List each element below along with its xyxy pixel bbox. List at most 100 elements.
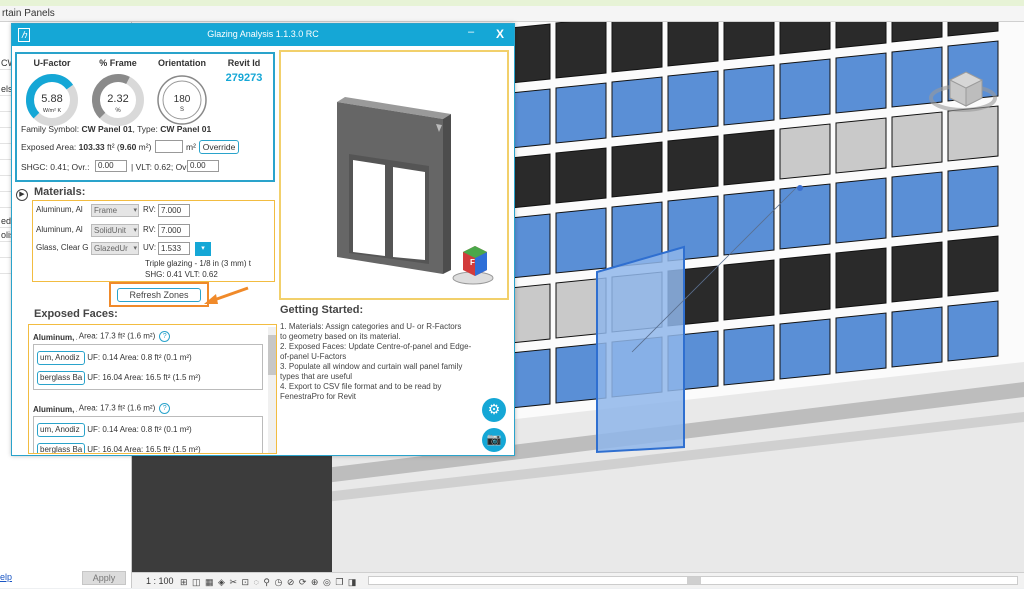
faces-scrollbar[interactable] (268, 327, 276, 453)
help-icon[interactable]: ? (159, 331, 171, 342)
material-category-select[interactable]: SolidUnit (91, 224, 139, 237)
face-material-button[interactable]: berglass Ba (37, 443, 85, 453)
camera-icon[interactable]: 📷 (482, 428, 506, 452)
getting-started-steps: 1. Materials: Assign categories and U- o… (280, 322, 480, 402)
type-value: CW Panel 01 (160, 124, 212, 134)
refresh-zones-button[interactable]: Refresh Zones (117, 288, 201, 302)
face-details: um, Anodiz UF: 0.14 Area: 0.8 ft² (0.1 m… (33, 416, 263, 453)
getting-started-line: FenestraPro for Revit (280, 392, 357, 401)
exposed-area-m2: 9.60 (119, 142, 137, 152)
material-prop-label: RV: (143, 205, 156, 214)
svg-text:F: F (470, 258, 475, 267)
override-button[interactable]: Override (199, 140, 239, 154)
panel-preview[interactable]: F (279, 50, 509, 300)
face-row-area: Area: 0.8 ft² (0.1 m²) (119, 353, 192, 363)
face-material-button[interactable]: um, Anodiz (37, 351, 85, 365)
u-factor-gauge: U-Factor 5.88 W/m² K (21, 58, 83, 126)
face-material: Aluminum, A (33, 333, 77, 342)
window-panel (779, 183, 831, 250)
face-row: berglass Ba UF: 16.04 Area: 16.5 ft² (1.… (37, 371, 201, 385)
materials-list: Aluminum, Al Frame RV: 7.000 Aluminum, A… (32, 200, 275, 282)
gauge-unit: S (180, 107, 184, 113)
material-row: Aluminum, Al SolidUnit RV: 7.000 (33, 223, 263, 239)
vlt-label: | VLT: 0.62; Ovr.: (131, 162, 194, 172)
dialog-titlebar[interactable]: ℎ Glazing Analysis 1.1.3.0 RC – X (12, 24, 514, 46)
apply-button[interactable]: Apply (82, 571, 126, 585)
view-scale[interactable]: 1 : 100 (146, 574, 174, 588)
face-material-button[interactable]: berglass Ba (37, 371, 85, 385)
material-prop-label: UV: (143, 243, 157, 252)
ribbon-tab-label: rtain Panels (2, 8, 55, 19)
glazing-dropdown-button[interactable]: ▾ (195, 242, 211, 256)
orientation-gauge: Orientation 180 S (151, 58, 213, 126)
scroll-thumb[interactable] (268, 335, 276, 375)
annotation-arrow-icon (204, 286, 249, 304)
family-symbol-line: Family Symbol: CW Panel 01, Type: CW Pan… (21, 124, 211, 134)
face-area: Area: 17.3 ft² (1.6 m²) (78, 331, 156, 341)
window-panel (723, 129, 775, 186)
window-panel (947, 300, 999, 362)
window-panel (667, 70, 719, 132)
material-category-select[interactable]: Frame (91, 204, 139, 217)
vlt-override-input[interactable]: 0.00 (187, 160, 219, 172)
window-panel (723, 189, 775, 256)
family-symbol-label: Family Symbol: (21, 124, 82, 134)
window-panel (723, 64, 775, 126)
face-row-area: Area: 0.8 ft² (0.1 m²) (119, 425, 192, 435)
face-material-button[interactable]: um, Anodiz (37, 423, 85, 437)
material-value-input[interactable]: 1.533 (158, 242, 190, 255)
help-link[interactable]: elp (0, 572, 12, 582)
gauge-unit: % (115, 108, 121, 114)
window-panel (555, 22, 607, 79)
face-row: berglass Ba UF: 16.04 Area: 16.5 ft² (1.… (37, 443, 201, 453)
exposed-faces-list: Aluminum, A Area: 17.3 ft² (1.6 m²)? um,… (28, 324, 277, 454)
getting-started-line: of-panel U-Factors (280, 352, 347, 361)
material-category-select[interactable]: GlazedUr (91, 242, 139, 255)
area-override-input[interactable] (155, 140, 183, 153)
family-symbol-value: CW Panel 01 (81, 124, 133, 134)
view-control-icons[interactable]: ⊞ ◫ ▦ ◈ ✂ ⊡ ◌ ⚲ ◷ ⊘ ⟳ ⊕ ◎ ❐ ◨ (180, 575, 357, 589)
getting-started-line: 3. Populate all window and curtain wall … (280, 362, 463, 371)
material-name: Aluminum, Al (36, 205, 83, 214)
view-cube[interactable] (928, 68, 998, 116)
exposed-faces-title: Exposed Faces: (34, 308, 118, 320)
getting-started-title: Getting Started: (280, 304, 364, 316)
window-panel (779, 253, 831, 315)
materials-expand-icon[interactable]: ▶ (16, 189, 28, 201)
horizontal-scrollbar[interactable] (368, 576, 1018, 585)
window-panel (611, 76, 663, 138)
window-panel (947, 235, 999, 297)
type-label: , Type: (132, 124, 161, 134)
window-panel (611, 141, 663, 198)
window-panel (779, 318, 831, 380)
glazing-analysis-dialog: ℎ Glazing Analysis 1.1.3.0 RC – X U-Fact… (11, 23, 515, 456)
panel-metrics: U-Factor 5.88 W/m² K % Frame 2.32 % Orie… (15, 52, 275, 182)
help-icon[interactable]: ? (159, 403, 171, 414)
window-panel (779, 22, 831, 55)
window-panel (667, 135, 719, 192)
area-override-unit: m² (186, 142, 196, 152)
material-value-input[interactable]: 7.000 (158, 224, 190, 237)
window-panel (779, 123, 831, 180)
exposed-area-m2-unit: m²) (136, 142, 152, 152)
window-panel (835, 22, 887, 49)
exposed-area-ft2-unit: ft² ( (104, 142, 120, 152)
material-value-input[interactable]: 7.000 (158, 204, 190, 217)
gauge-label: U-Factor (33, 58, 71, 68)
exposed-area-ft2: 103.33 (78, 142, 105, 152)
window-panel (779, 58, 831, 120)
exposed-area-line: Exposed Area: 103.33 ft² (9.60 m²) (21, 142, 151, 152)
settings-gear-icon[interactable]: ⚙ (482, 398, 506, 422)
material-row: Glass, Clear G GlazedUr UV: 1.533 ▾ (33, 241, 263, 257)
ribbon-tab[interactable]: rtain Panels (0, 6, 1024, 22)
revit-id-label: Revit Id (227, 58, 261, 68)
close-button[interactable]: X (492, 27, 508, 43)
gauge-label: % Frame (99, 58, 137, 68)
window-panel (555, 82, 607, 144)
scroll-thumb[interactable] (687, 577, 701, 584)
shgc-override-input[interactable]: 0.00 (95, 160, 127, 172)
glazing-description: Triple glazing - 1/8 in (3 mm) t (145, 259, 251, 268)
face-uf: UF: 16.04 (87, 373, 123, 383)
window-panel (835, 177, 887, 244)
minimize-button[interactable]: – (464, 26, 478, 42)
